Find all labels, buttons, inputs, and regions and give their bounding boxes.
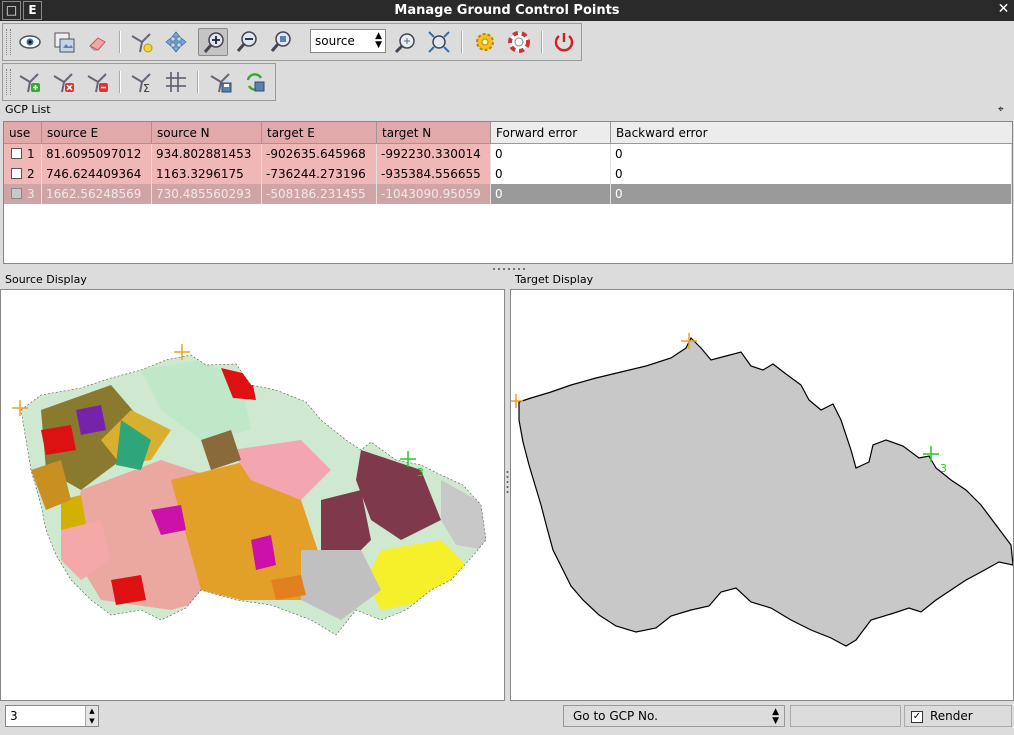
refresh-gcp-icon[interactable] <box>240 68 270 96</box>
source-display-title: Source Display <box>5 273 87 286</box>
column-header-target-n[interactable]: target N <box>377 122 491 144</box>
geology-raster-map <box>12 344 487 636</box>
horizontal-splitter[interactable] <box>0 266 1014 272</box>
spin-down-button[interactable]: ▼ <box>86 716 98 726</box>
column-header-source-n[interactable]: source N <box>152 122 262 144</box>
status-message-area <box>790 705 901 727</box>
calc-rms-icon[interactable]: Σ <box>127 68 157 96</box>
cell-source-n[interactable]: 934.802881453 <box>152 144 262 164</box>
use-checkbox[interactable] <box>11 188 22 199</box>
add-gcp-icon[interactable] <box>15 68 45 96</box>
table-row[interactable]: 2 746.624409364 1163.3296175 -736244.273… <box>4 164 1012 184</box>
zoom-to-gcp-icon[interactable] <box>390 28 420 56</box>
toolbar-separator <box>119 71 121 93</box>
column-header-forward-error[interactable]: Forward error <box>491 122 611 144</box>
cell-target-e[interactable]: -736244.273196 <box>262 164 377 184</box>
table-row-selected[interactable]: 3 1662.56248569 730.485560293 -508186.23… <box>4 184 1012 204</box>
cell-source-n[interactable]: 1163.3296175 <box>152 164 262 184</box>
toolbar-separator <box>197 71 199 93</box>
render-label: Render <box>930 709 973 723</box>
cell-target-n[interactable]: -992230.330014 <box>377 144 491 164</box>
country-outline-map <box>509 333 1014 647</box>
row-number: 1 <box>27 147 35 161</box>
target-map-canvas[interactable]: 3 <box>509 289 1014 701</box>
grid-icon[interactable] <box>161 68 191 96</box>
spin-up-button[interactable]: ▲ <box>86 706 98 716</box>
cell-forward-error: 0 <box>491 184 611 204</box>
svg-text:Σ: Σ <box>143 82 150 94</box>
column-header-use[interactable]: use <box>4 122 42 144</box>
toolbar-grip[interactable] <box>6 29 11 55</box>
zoom-full-icon[interactable] <box>424 28 454 56</box>
cell-forward-error: 0 <box>491 164 611 184</box>
settings-icon[interactable] <box>470 28 500 56</box>
use-checkbox[interactable] <box>11 168 22 179</box>
render-checkbox[interactable]: ✓ <box>911 711 923 723</box>
spinbox-value: 3 <box>10 709 18 723</box>
row-number: 3 <box>27 187 35 201</box>
gcp-toolbar: Σ <box>2 63 276 101</box>
main-toolbar: source ▲ ▼ <box>2 23 582 61</box>
add-point-icon[interactable] <box>127 28 157 56</box>
cell-backward-error: 0 <box>611 184 1012 204</box>
toolbar-separator <box>541 31 543 53</box>
column-header-backward-error[interactable]: Backward error <box>611 122 1012 144</box>
cell-backward-error: 0 <box>611 164 1012 184</box>
gcp-list-title: GCP List <box>5 103 51 116</box>
toolbar-separator <box>461 31 463 53</box>
help-icon[interactable] <box>504 28 534 56</box>
column-header-target-e[interactable]: target E <box>262 122 377 144</box>
clear-gcp-icon[interactable] <box>83 68 113 96</box>
eye-icon[interactable] <box>15 28 45 56</box>
gcp-marker-3-label: 3 <box>417 466 424 479</box>
cell-source-e[interactable]: 1662.56248569 <box>42 184 152 204</box>
window-title: Manage Ground Control Points <box>394 3 620 18</box>
close-window-button[interactable]: ✕ <box>994 1 1013 20</box>
goto-gcp-label: Go to GCP No. <box>573 709 658 723</box>
delete-gcp-icon[interactable] <box>49 68 79 96</box>
save-gcp-icon[interactable] <box>206 68 236 96</box>
column-header-source-e[interactable]: source E <box>42 122 152 144</box>
pan-icon[interactable] <box>161 28 191 56</box>
cell-forward-error: 0 <box>491 144 611 164</box>
cell-source-e[interactable]: 81.6095097012 <box>42 144 152 164</box>
toolbar-separator <box>119 31 121 53</box>
table-row[interactable]: 1 81.6095097012 934.802881453 -902635.64… <box>4 144 1012 164</box>
zoom-in-icon[interactable] <box>198 28 228 56</box>
gcp-marker-3-label: 3 <box>940 462 947 475</box>
target-display-title: Target Display <box>515 273 594 286</box>
zoom-layer-icon[interactable] <box>266 28 296 56</box>
eraser-icon[interactable] <box>83 28 113 56</box>
gcp-number-spinbox[interactable]: 3 ▲ ▼ <box>5 705 99 727</box>
goto-gcp-combo[interactable]: Go to GCP No. ▲ ▼ <box>563 705 785 727</box>
render-toggle[interactable]: ✓ Render <box>904 705 1012 727</box>
map-selector-combo[interactable]: source ▲ ▼ <box>310 29 386 53</box>
cell-source-n[interactable]: 730.485560293 <box>152 184 262 204</box>
dock-float-icon[interactable]: ⌖ <box>998 102 1004 118</box>
cell-target-n[interactable]: -1043090.95059 <box>377 184 491 204</box>
chevron-updown-icon: ▲ ▼ <box>375 31 382 50</box>
status-bar: 3 ▲ ▼ Go to GCP No. ▲ ▼ ✓ Render <box>0 702 1014 735</box>
cell-backward-error: 0 <box>611 144 1012 164</box>
cell-target-e[interactable]: -902635.645968 <box>262 144 377 164</box>
open-raster-icon[interactable] <box>49 28 79 56</box>
cell-target-n[interactable]: -935384.556655 <box>377 164 491 184</box>
row-number: 2 <box>27 167 35 181</box>
use-checkbox[interactable] <box>11 148 22 159</box>
cell-target-e[interactable]: -508186.231455 <box>262 184 377 204</box>
source-map-canvas[interactable]: 3 <box>0 289 505 701</box>
cell-source-e[interactable]: 746.624409364 <box>42 164 152 184</box>
quit-icon[interactable] <box>549 28 579 56</box>
zoom-out-icon[interactable] <box>232 28 262 56</box>
toolbar-grip[interactable] <box>6 69 11 95</box>
chevron-updown-icon: ▲ ▼ <box>772 707 779 726</box>
map-selector-value: source <box>315 34 355 48</box>
gcp-table: use source E source N target E target N … <box>3 121 1013 264</box>
title-bar: □ E Manage Ground Control Points ✕ <box>0 0 1014 21</box>
